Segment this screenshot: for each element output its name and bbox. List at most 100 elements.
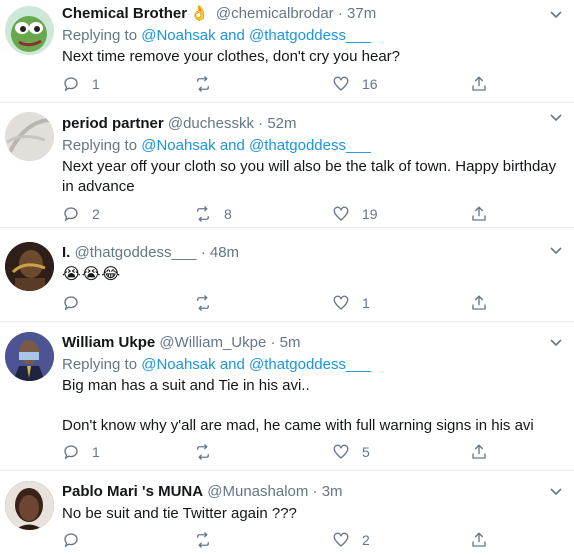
share-icon [472,532,486,547]
retweet-button[interactable] [194,529,224,551]
handle[interactable]: @William_Ukpe [159,334,266,351]
avatar[interactable] [5,242,54,291]
handle[interactable]: @Munashalom [207,483,308,500]
display-name[interactable]: Chemical Brother [62,5,187,22]
replying-to-label: Replying to [62,27,138,44]
timestamp[interactable]: 3m [322,483,343,500]
retweet-button[interactable] [194,73,224,95]
retweet-button[interactable] [194,292,224,314]
chevron-down-icon[interactable] [548,109,564,125]
ok-hand-icon: 👌 [190,5,209,22]
like-count: 1 [362,295,370,311]
display-name[interactable]: period partner [62,115,164,132]
chevron-down-icon[interactable] [548,334,564,350]
share-button[interactable] [470,441,488,463]
tweet-actions: 2 [62,529,492,551]
retweet-icon [197,444,209,460]
tweet-thatgoddess[interactable]: I. @thatgoddess___ · 48m 😭😭😂 1 [0,228,574,322]
like-button[interactable]: 16 [332,73,378,95]
reply-button[interactable] [62,292,92,314]
replying-to-mentions[interactable]: @Noahsak and @thatgoddess___ [141,27,371,44]
heart-icon [333,295,349,310]
chevron-down-icon[interactable] [548,242,564,258]
reply-button[interactable]: 1 [62,441,100,463]
avatar[interactable] [5,112,54,161]
tweet-text: No be suit and tie Twitter again ??? [62,504,562,524]
tweet-header: period partner @duchesskk · 52m [62,113,562,135]
like-count: 16 [362,76,378,92]
share-icon [472,295,486,310]
timestamp[interactable]: 5m [280,334,301,351]
heart-icon [333,206,349,221]
display-name[interactable]: Pablo Mari 's MUNA [62,483,203,500]
avatar[interactable] [5,332,54,381]
heart-icon [333,532,349,547]
tweet-text: 😭😭😂 [62,265,562,285]
reply-button[interactable]: 2 [62,203,100,225]
tweet-chemical-brother[interactable]: Chemical Brother 👌 @chemicalbrodar · 37m … [0,0,574,103]
handle[interactable]: @chemicalbrodar [216,5,334,22]
tweet-text-line: Don't know why y'all are mad, he came wi… [62,417,534,434]
retweet-count: 8 [224,206,232,222]
share-icon [472,206,486,221]
replying-to: Replying to @Noahsak and @thatgoddess___ [62,26,562,46]
display-name[interactable]: William Ukpe [62,334,155,351]
reply-button[interactable] [62,529,92,551]
reply-button[interactable]: 1 [62,73,100,95]
replying-to: Replying to @Noahsak and @thatgoddess___ [62,136,562,156]
separator-dot: · [270,334,276,351]
timestamp[interactable]: 48m [210,244,239,261]
handle[interactable]: @duchesskk [168,115,254,132]
heart-icon [333,76,349,91]
avatar[interactable] [5,6,54,55]
tweet-pablo-mari-muna[interactable]: Pablo Mari 's MUNA @Munashalom · 3m No b… [0,471,574,555]
handle[interactable]: @thatgoddess___ [75,244,197,261]
timestamp[interactable]: 52m [267,115,296,132]
tweet-text: Next time remove your clothes, don't cry… [62,47,562,67]
retweet-button[interactable]: 8 [194,203,232,225]
reply-icon [64,533,78,548]
like-button[interactable]: 5 [332,441,370,463]
timestamp[interactable]: 37m [347,5,376,22]
separator-dot: · [200,244,206,261]
tweet-text-line: Next time remove your clothes, don't cry… [62,48,401,65]
separator-dot: · [258,115,264,132]
tweet-header: I. @thatgoddess___ · 48m [62,242,562,264]
like-count: 2 [362,532,370,548]
replying-to-mentions[interactable]: @Noahsak and @thatgoddess___ [141,137,371,154]
separator-dot: · [337,5,343,22]
like-button[interactable]: 19 [332,203,378,225]
share-button[interactable] [470,203,488,225]
tweet-text-line: Big man has a suit and Tie in his avi.. [62,377,310,394]
tweet-actions: 1 5 [62,441,492,463]
reply-icon [64,445,78,460]
tweet-period-partner[interactable]: period partner @duchesskk · 52m Replying… [0,103,574,228]
share-button[interactable] [470,292,488,314]
chevron-down-icon[interactable] [548,483,564,499]
like-count: 19 [362,206,378,222]
replying-to-mentions[interactable]: @Noahsak and @thatgoddess___ [141,356,371,373]
share-button[interactable] [470,529,488,551]
tweet-text-line: No be suit and tie Twitter again ??? [62,505,297,522]
display-name[interactable]: I. [62,244,70,261]
like-button[interactable]: 1 [332,292,370,314]
tweet-text: Big man has a suit and Tie in his avi.. … [62,376,562,436]
retweet-button[interactable] [194,441,224,463]
share-button[interactable] [470,73,488,95]
chevron-down-icon[interactable] [548,6,564,22]
tweet-actions: 1 [62,292,492,314]
avatar[interactable] [5,481,54,530]
replying-to-label: Replying to [62,356,138,373]
retweet-icon [197,532,209,548]
replying-to: Replying to @Noahsak and @thatgoddess___ [62,355,562,375]
like-button[interactable]: 2 [332,529,370,551]
share-icon [472,76,486,91]
separator-dot: · [312,483,318,500]
retweet-icon [197,295,209,311]
tweet-text-line: 😭😭😂 [62,266,122,283]
retweet-icon [197,76,209,92]
share-icon [472,444,486,459]
reply-count: 1 [92,444,100,460]
tweet-actions: 2 8 19 [62,203,492,225]
tweet-william-ukpe[interactable]: William Ukpe @William_Ukpe · 5m Replying… [0,322,574,471]
